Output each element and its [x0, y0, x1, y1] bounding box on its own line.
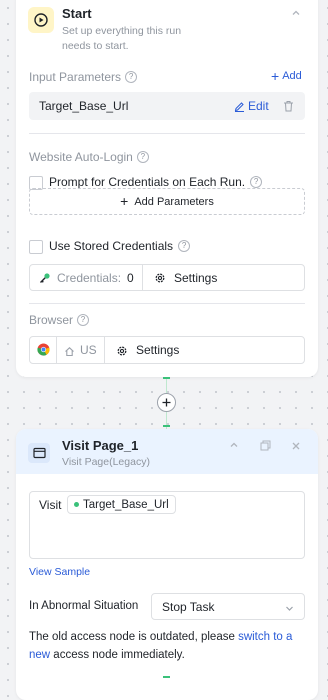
parameter-row: Target_Base_Url Edit	[29, 92, 305, 120]
credentials-count: 0	[127, 271, 134, 285]
divider	[29, 133, 305, 134]
duplicate-icon[interactable]	[260, 438, 271, 456]
chevron-down-icon	[284, 601, 295, 619]
close-icon[interactable]	[291, 438, 301, 456]
home-icon	[64, 344, 75, 362]
edit-label: Edit	[248, 99, 269, 113]
abnormal-situation-value: Stop Task	[162, 600, 215, 614]
browser-settings-label: Settings	[136, 343, 180, 357]
gear-icon	[154, 271, 166, 289]
start-node-card[interactable]: Start Set up everything this run needs t…	[16, 0, 318, 377]
visit-url-field[interactable]: Visit Target_Base_Url	[29, 491, 305, 559]
pencil-icon	[234, 101, 244, 112]
plus-icon: +	[120, 193, 129, 209]
outdated-node-notice: The old access node is outdated, please …	[29, 628, 307, 664]
help-icon[interactable]: ?	[77, 314, 90, 326]
help-icon[interactable]: ?	[178, 240, 191, 252]
browser-window-icon	[28, 443, 50, 463]
abnormal-situation-select[interactable]: Stop Task	[151, 593, 305, 620]
connector-marker	[163, 377, 170, 379]
credentials-label: Credentials:	[57, 271, 122, 285]
visit-prefix: Visit	[39, 498, 62, 512]
stored-credentials-label: Use Stored Credentials ?	[49, 239, 191, 253]
plus-icon: +	[271, 67, 280, 84]
collapse-chevron-icon[interactable]	[290, 6, 302, 24]
browser-text: Browser	[29, 313, 74, 327]
add-parameter-label: Add	[282, 70, 302, 82]
add-parameters-button[interactable]: + Add Parameters	[29, 188, 305, 215]
browser-label: Browser ?	[29, 313, 90, 327]
add-parameter-button[interactable]: + Add	[271, 67, 302, 84]
input-parameters-label: Input Parameters ?	[29, 70, 138, 84]
abnormal-situation-label: In Abnormal Situation	[29, 600, 139, 612]
status-dot	[74, 502, 79, 507]
credentials-settings-button[interactable]: Settings	[143, 265, 304, 290]
auto-login-text: Website Auto-Login	[29, 150, 133, 164]
visit-node-subtitle: Visit Page(Legacy)	[62, 456, 150, 468]
plus-icon	[162, 398, 171, 407]
view-sample-link[interactable]: View Sample	[29, 566, 90, 578]
credentials-bar: Credentials: 0 Settings	[29, 264, 305, 291]
stored-credentials-text: Use Stored Credentials	[49, 239, 174, 253]
help-icon[interactable]: ?	[136, 151, 149, 163]
visit-page-node-card[interactable]: Visit Page_1 Visit Page(Legacy) Visit Ta…	[16, 429, 318, 700]
input-parameters-text: Input Parameters	[29, 70, 122, 84]
region-label: US	[80, 343, 97, 357]
notice-text: The old access node is outdated, please	[29, 631, 239, 643]
start-node-subtitle: Set up everything this run needs to star…	[62, 25, 182, 52]
region-selector[interactable]: US	[57, 337, 104, 363]
help-icon[interactable]: ?	[125, 71, 138, 83]
stored-credentials-checkbox[interactable]	[29, 240, 43, 254]
connector-marker	[163, 425, 170, 427]
trash-icon[interactable]	[283, 99, 294, 117]
parameter-name: Target_Base_Url	[39, 99, 129, 113]
parameter-chip-label: Target_Base_Url	[83, 498, 169, 511]
connector-marker	[163, 676, 170, 678]
add-node-button[interactable]	[157, 393, 176, 412]
key-icon	[39, 271, 51, 289]
edit-parameter-button[interactable]: Edit	[234, 99, 269, 113]
prompt-credentials-label: Prompt for Credentials on Each Run. ?	[49, 175, 263, 189]
help-icon[interactable]: ?	[250, 176, 263, 188]
notice-text-end: access node immediately.	[50, 649, 185, 661]
divider	[29, 303, 305, 304]
parameter-chip[interactable]: Target_Base_Url	[67, 495, 176, 514]
auto-login-label: Website Auto-Login ?	[29, 150, 149, 164]
prompt-credentials-text: Prompt for Credentials on Each Run.	[49, 175, 246, 189]
browser-settings-button[interactable]: Settings	[105, 337, 304, 363]
chrome-icon	[37, 343, 50, 361]
credentials-settings-label: Settings	[174, 271, 218, 285]
collapse-chevron-icon[interactable]	[228, 438, 240, 456]
browser-bar: US Settings	[29, 336, 305, 364]
gear-icon	[116, 344, 128, 362]
start-node-title: Start	[62, 6, 92, 21]
add-parameters-label: Add Parameters	[134, 195, 214, 208]
visit-node-title: Visit Page_1	[62, 438, 139, 453]
play-circle-icon	[28, 7, 54, 33]
